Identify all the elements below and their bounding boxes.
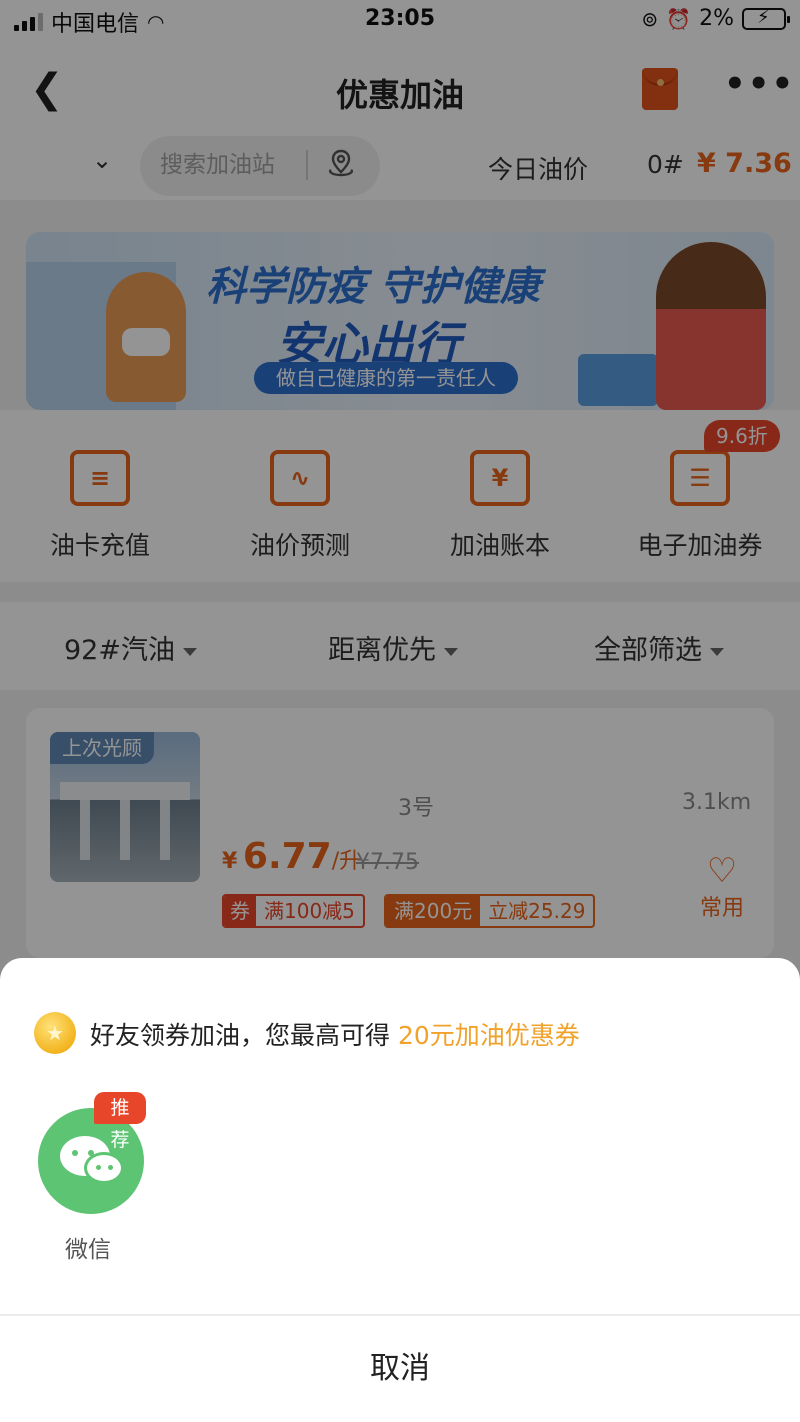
recommend-badge: 推荐 xyxy=(94,1092,146,1151)
promo-prefix: 好友领券加油，您最高可得 xyxy=(90,1021,398,1050)
promo-highlight: 20元加油优惠券 xyxy=(397,1021,580,1050)
coin-icon xyxy=(34,1012,76,1054)
wechat-label: 微信 xyxy=(65,1237,111,1263)
share-sheet: 好友领券加油，您最高可得 20元加油优惠券 推荐 微信 取消 xyxy=(0,958,800,1422)
share-wechat[interactable]: 推荐 微信 xyxy=(38,1092,146,1264)
share-promo-text: 好友领券加油，您最高可得 20元加油优惠券 xyxy=(90,1016,580,1052)
cancel-button[interactable]: 取消 xyxy=(0,1316,800,1422)
